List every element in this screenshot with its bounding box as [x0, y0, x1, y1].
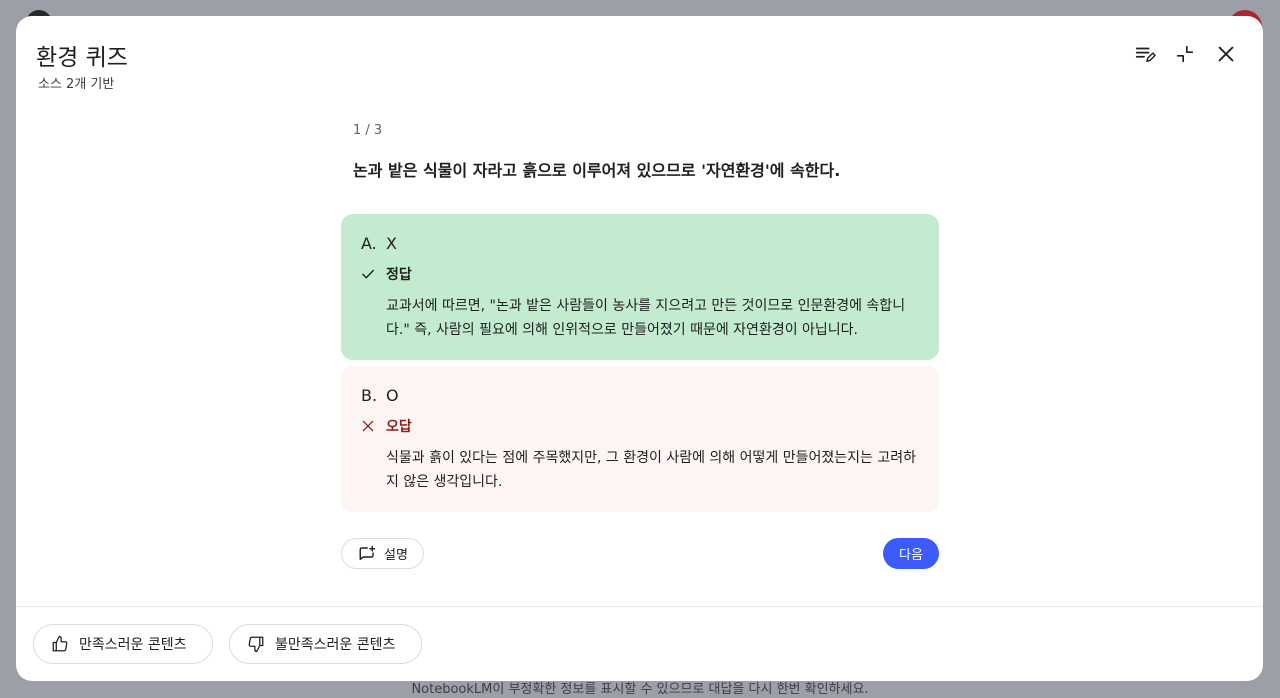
dialog-subtitle: 소스 2개 기반 [38, 77, 115, 92]
edit-list-button[interactable] [1131, 40, 1159, 68]
answer-option-a[interactable]: A. X 정답 교과서에 따르면, "논과 밭은 사람들이 농사를 지으려고 만… [341, 214, 939, 360]
collapse-button[interactable] [1171, 40, 1199, 68]
cross-icon [361, 419, 386, 433]
thumbs-up-button[interactable]: 만족스러운 콘텐츠 [33, 624, 213, 664]
explain-button-label: 설명 [384, 548, 408, 563]
thumbs-up-label: 만족스러운 콘텐츠 [79, 637, 187, 653]
option-explanation: 식물과 흙이 있다는 점에 주목했지만, 그 환경이 사람에 의해 어떻게 만들… [386, 450, 916, 490]
thumbs-down-label: 불만족스러운 콘텐츠 [275, 637, 396, 653]
next-button[interactable]: 다음 [883, 538, 939, 569]
thumbs-down-button[interactable]: 불만족스러운 콘텐츠 [229, 624, 422, 664]
option-explanation: 교과서에 따르면, "논과 밭은 사람들이 농사를 지으려고 만든 것이므로 인… [386, 298, 906, 338]
quiz-dialog: 환경 퀴즈 소스 2개 기반 1 / 3 논과 밭은 식물이 자라고 흙으로 이… [16, 16, 1263, 681]
answer-option-b[interactable]: B. O 오답 식물과 흙이 있다는 점에 주목했지만, 그 환경이 사람에 의… [341, 366, 939, 512]
option-letter: B. [361, 386, 378, 405]
dialog-title: 환경 퀴즈 [36, 45, 128, 71]
thumbs-down-icon [248, 636, 264, 653]
option-text: O [386, 386, 399, 405]
edit-list-icon [1135, 47, 1156, 63]
question-counter: 1 / 3 [353, 123, 383, 138]
close-icon [1218, 46, 1234, 62]
question-text: 논과 밭은 식물이 자라고 흙으로 이루어져 있으므로 '자연환경'에 속한다. [353, 161, 841, 180]
next-button-label: 다음 [899, 548, 923, 563]
thumbs-up-icon [52, 635, 68, 652]
verdict-label: 정답 [386, 267, 412, 283]
footer-divider [16, 606, 1263, 607]
option-text: X [386, 234, 397, 253]
check-icon [361, 267, 386, 281]
collapse-icon [1176, 45, 1194, 63]
explain-button[interactable]: 설명 [341, 538, 424, 569]
verdict-label: 오답 [386, 419, 412, 435]
close-button[interactable] [1212, 40, 1240, 68]
chat-sparkle-icon [359, 545, 376, 560]
option-letter: A. [361, 234, 377, 253]
